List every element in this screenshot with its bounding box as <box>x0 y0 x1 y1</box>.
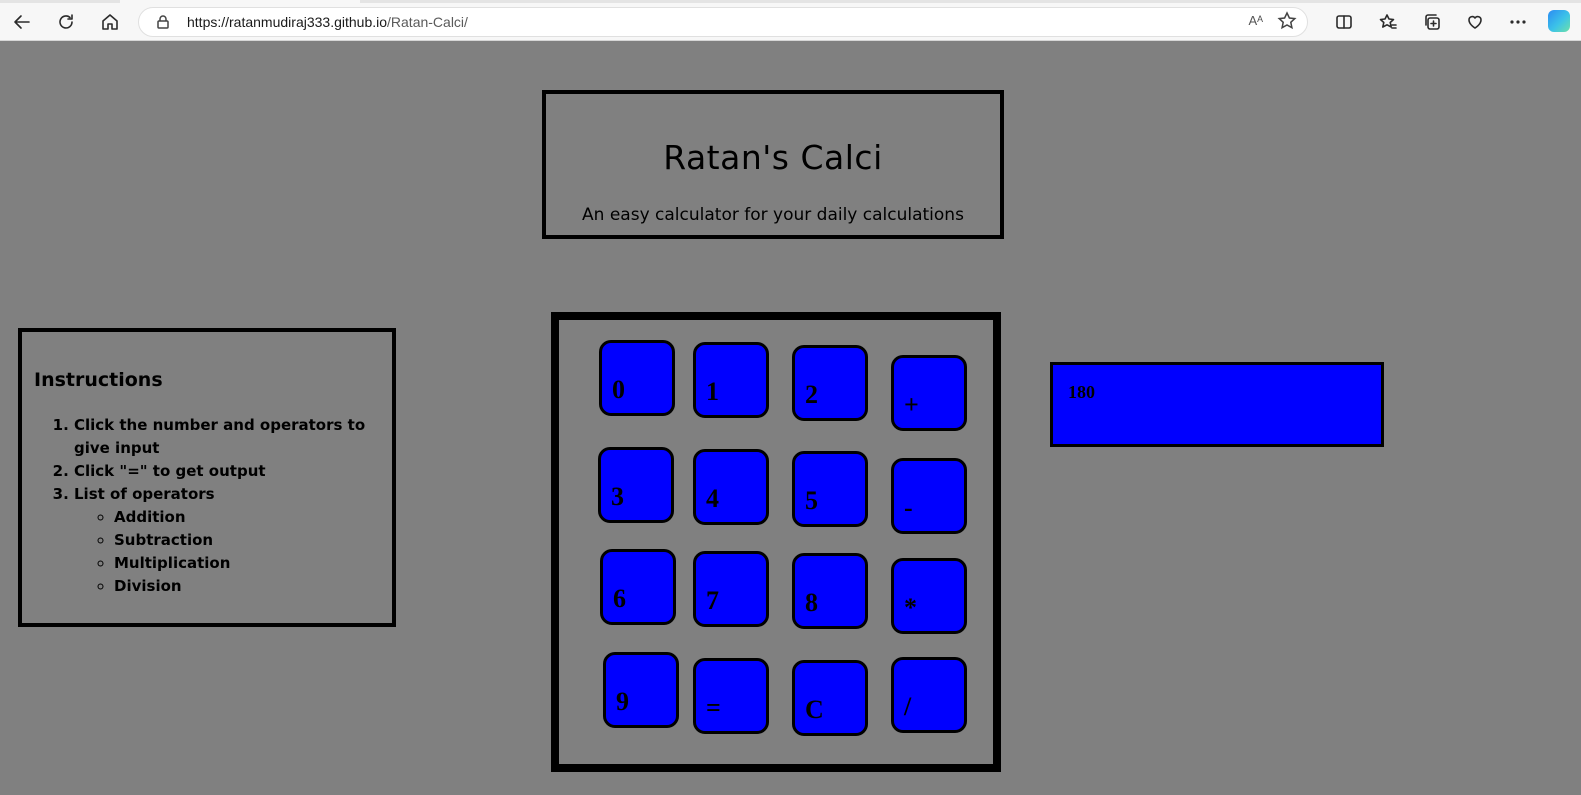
instructions-heading: Instructions <box>34 369 163 391</box>
address-bar[interactable]: https://ratanmudiraj333.github.io/Ratan-… <box>138 7 1308 37</box>
key-1-button[interactable]: 1 <box>693 342 769 418</box>
collections-icon[interactable] <box>1418 8 1446 36</box>
key-minus-button[interactable]: - <box>891 458 967 534</box>
key-9-button[interactable]: 9 <box>603 652 679 728</box>
instruction-step: Click "=" to get output <box>74 460 384 483</box>
key-equals-button[interactable]: = <box>693 658 769 734</box>
copilot-icon[interactable] <box>1548 10 1570 32</box>
back-arrow-icon[interactable] <box>8 8 36 36</box>
refresh-icon[interactable] <box>52 8 80 36</box>
key-plus-button[interactable]: + <box>891 355 967 431</box>
instructions-panel: Instructions Click the number and operat… <box>18 328 396 627</box>
key-7-button[interactable]: 7 <box>693 551 769 627</box>
calculator-keypad: 0 1 2 + 3 4 5 - 6 7 8 * 9 = C / <box>551 312 1001 772</box>
page-subtitle: An easy calculator for your daily calcul… <box>582 205 964 225</box>
lock-icon[interactable] <box>155 14 171 30</box>
home-icon[interactable] <box>96 8 124 36</box>
split-screen-icon[interactable] <box>1330 8 1358 36</box>
operator-item: Multiplication <box>114 552 384 575</box>
page-title: Ratan's Calci <box>663 138 883 177</box>
instruction-step: List of operators Addition Subtraction M… <box>74 483 384 598</box>
key-divide-button[interactable]: / <box>891 657 967 733</box>
key-4-button[interactable]: 4 <box>693 449 769 525</box>
read-aloud-icon[interactable]: Aᴬ <box>1248 13 1263 28</box>
operator-item: Subtraction <box>114 529 384 552</box>
title-banner: Ratan's Calci An easy calculator for you… <box>542 90 1004 239</box>
instruction-step-label: List of operators <box>74 485 215 503</box>
key-5-button[interactable]: 5 <box>792 451 868 527</box>
key-multiply-button[interactable]: * <box>891 558 967 634</box>
key-2-button[interactable]: 2 <box>792 345 868 421</box>
instruction-step: Click the number and operators to give i… <box>74 414 384 460</box>
favorites-icon[interactable] <box>1374 8 1402 36</box>
operator-item: Addition <box>114 506 384 529</box>
key-3-button[interactable]: 3 <box>598 447 674 523</box>
more-menu-icon[interactable] <box>1504 8 1532 36</box>
result-value: 180 <box>1068 382 1095 402</box>
key-clear-button[interactable]: C <box>792 660 868 736</box>
browser-essentials-icon[interactable] <box>1461 8 1489 36</box>
browser-toolbar: https://ratanmudiraj333.github.io/Ratan-… <box>0 0 1581 41</box>
url-text[interactable]: https://ratanmudiraj333.github.io/Ratan-… <box>187 14 468 30</box>
favorite-star-icon[interactable] <box>1277 11 1299 33</box>
key-6-button[interactable]: 6 <box>600 549 676 625</box>
instructions-list: Click the number and operators to give i… <box>54 414 384 598</box>
result-display: 180 <box>1050 362 1384 447</box>
operator-list: Addition Subtraction Multiplication Divi… <box>74 506 384 598</box>
operator-item: Division <box>114 575 384 598</box>
key-0-button[interactable]: 0 <box>599 340 675 416</box>
key-8-button[interactable]: 8 <box>792 553 868 629</box>
